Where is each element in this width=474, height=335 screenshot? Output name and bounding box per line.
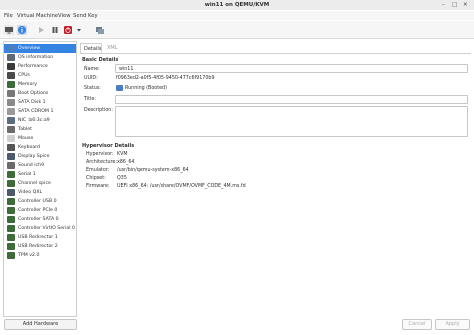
memory-icon <box>7 81 15 88</box>
os-icon <box>7 54 15 61</box>
nic-icon <box>7 117 15 124</box>
disk-icon <box>7 99 15 106</box>
power-icon[interactable] <box>63 25 73 35</box>
hardware-item-usb-redirector-2[interactable]: USB Redirector 2 <box>4 242 76 251</box>
tablet-icon <box>7 126 15 133</box>
window-title: win11 on QEMU/KVM <box>204 2 270 8</box>
status-value: Running (Booted) <box>125 85 167 91</box>
controller-icon <box>7 207 15 214</box>
usb-icon <box>7 234 15 241</box>
architecture-label: Architecture: <box>86 160 117 165</box>
cpu-icon <box>7 72 15 79</box>
tab-details[interactable]: Details <box>80 43 102 53</box>
architecture-value: x86_64 <box>117 160 135 165</box>
firmware-label: Firmware: <box>86 184 110 189</box>
monitor-icon[interactable] <box>4 25 14 35</box>
apply-button[interactable]: Apply <box>435 319 470 330</box>
hardware-item-tpm[interactable]: TPM v2.0 <box>4 251 76 260</box>
controller-icon <box>7 225 15 232</box>
hardware-item-controller-virtio-serial-0[interactable]: Controller VirtIO Serial 0 <box>4 224 76 233</box>
hypervisor-label: Hypervisor: <box>86 152 114 157</box>
menu-file[interactable]: File <box>4 13 13 19</box>
tab-xml[interactable]: XML <box>104 43 122 53</box>
display-icon <box>7 153 15 160</box>
hardware-item-performance[interactable]: Performance <box>4 62 76 71</box>
tab-divider <box>80 53 471 54</box>
status: Running (Booted) <box>116 85 167 91</box>
controller-icon <box>7 198 15 205</box>
basic-details-heading: Basic Details <box>82 57 119 63</box>
title-label: Title: <box>84 97 96 102</box>
hardware-item-display-spice[interactable]: Display Spice <box>4 152 76 161</box>
hardware-item-keyboard[interactable]: Keyboard <box>4 143 76 152</box>
hypervisor-value: KVM <box>117 152 128 157</box>
tpm-icon <box>7 252 15 259</box>
boot-icon <box>7 90 15 97</box>
sound-icon <box>7 162 15 169</box>
hardware-item-controller-usb-0[interactable]: Controller USB 0 <box>4 197 76 206</box>
overview-icon <box>7 45 15 52</box>
hardware-item-controller-sata-0[interactable]: Controller SATA 0 <box>4 215 76 224</box>
name-field[interactable]: win11 <box>115 64 468 73</box>
emulator-value: /usr/bin/qemu-system-x86_64 <box>117 168 189 173</box>
title-field[interactable] <box>115 95 468 104</box>
serial-icon <box>7 171 15 178</box>
pause-icon[interactable] <box>50 25 60 35</box>
info-icon[interactable] <box>17 25 27 35</box>
firmware-value: UEFI x86_64: /usr/share/OVMF/OVMF_CODE_4… <box>117 184 246 189</box>
bottom-bar: Add Hardware Cancel Apply <box>0 317 474 335</box>
video-icon <box>7 189 15 196</box>
mouse-icon <box>7 135 15 142</box>
hardware-item-memory[interactable]: Memory <box>4 80 76 89</box>
menu-send-key[interactable]: Send Key <box>73 13 98 19</box>
hardware-item-overview[interactable]: Overview <box>4 44 76 53</box>
toolbar <box>0 21 474 39</box>
menu-view[interactable]: View <box>58 13 71 19</box>
running-icon <box>116 85 123 91</box>
add-hardware-button[interactable]: Add Hardware <box>4 319 77 330</box>
keyboard-icon <box>7 144 15 151</box>
usb-icon <box>7 243 15 250</box>
emulator-label: Emulator: <box>86 168 110 173</box>
uuid-value: f0963ed2-a0f5-4f05-9450-477c6f9170b9 <box>116 76 215 81</box>
hardware-item-serial-1[interactable]: Serial 1 <box>4 170 76 179</box>
hardware-item-mouse[interactable]: Mouse <box>4 134 76 143</box>
channel-icon <box>7 180 15 187</box>
hypervisor-details-heading: Hypervisor Details <box>82 143 135 149</box>
menu-virtual-machine[interactable]: Virtual Machine <box>17 13 58 19</box>
name-label: Name: <box>84 67 100 72</box>
minimize-button[interactable]: – <box>442 2 445 8</box>
uuid-label: UUID: <box>84 76 98 81</box>
status-label: Status: <box>84 86 101 91</box>
hardware-item-boot-options[interactable]: Boot Options <box>4 89 76 98</box>
hardware-item-sata-cdrom-1[interactable]: SATA CDROM 1 <box>4 107 76 116</box>
cdrom-icon <box>7 108 15 115</box>
menu-bar: File Virtual Machine View Send Key <box>0 11 474 20</box>
hardware-item-sata-disk-1[interactable]: SATA Disk 1 <box>4 98 76 107</box>
hardware-item-nic[interactable]: NIC :b6:3c:a9 <box>4 116 76 125</box>
hardware-item-usb-redirector-1[interactable]: USB Redirector 1 <box>4 233 76 242</box>
name-value: win11 <box>119 66 134 72</box>
hardware-item-os-information[interactable]: OS information <box>4 53 76 62</box>
hardware-item-sound-ich9[interactable]: Sound ich9 <box>4 161 76 170</box>
maximize-button[interactable]: □ <box>452 2 457 8</box>
dropdown-icon[interactable] <box>75 25 83 35</box>
play-icon[interactable] <box>36 25 46 35</box>
snapshot-icon[interactable] <box>95 25 105 35</box>
chipset-label: Chipset: <box>86 176 106 181</box>
close-button[interactable]: ✕ <box>463 2 468 8</box>
performance-icon <box>7 63 15 70</box>
cancel-button[interactable]: Cancel <box>402 319 432 330</box>
hardware-item-controller-pcie-0[interactable]: Controller PCIe 0 <box>4 206 76 215</box>
title-bar: win11 on QEMU/KVM – □ ✕ <box>0 0 474 10</box>
description-label: Description: <box>84 108 113 113</box>
hardware-item-video-qxl[interactable]: Video QXL <box>4 188 76 197</box>
controller-icon <box>7 216 15 223</box>
description-field[interactable] <box>115 106 468 137</box>
hardware-item-channel-spice[interactable]: Channel spice <box>4 179 76 188</box>
chipset-value: Q35 <box>117 176 127 181</box>
hardware-item-tablet[interactable]: Tablet <box>4 125 76 134</box>
hardware-list: Overview OS information Performance CPUs… <box>3 41 77 317</box>
hardware-item-cpus[interactable]: CPUs <box>4 71 76 80</box>
